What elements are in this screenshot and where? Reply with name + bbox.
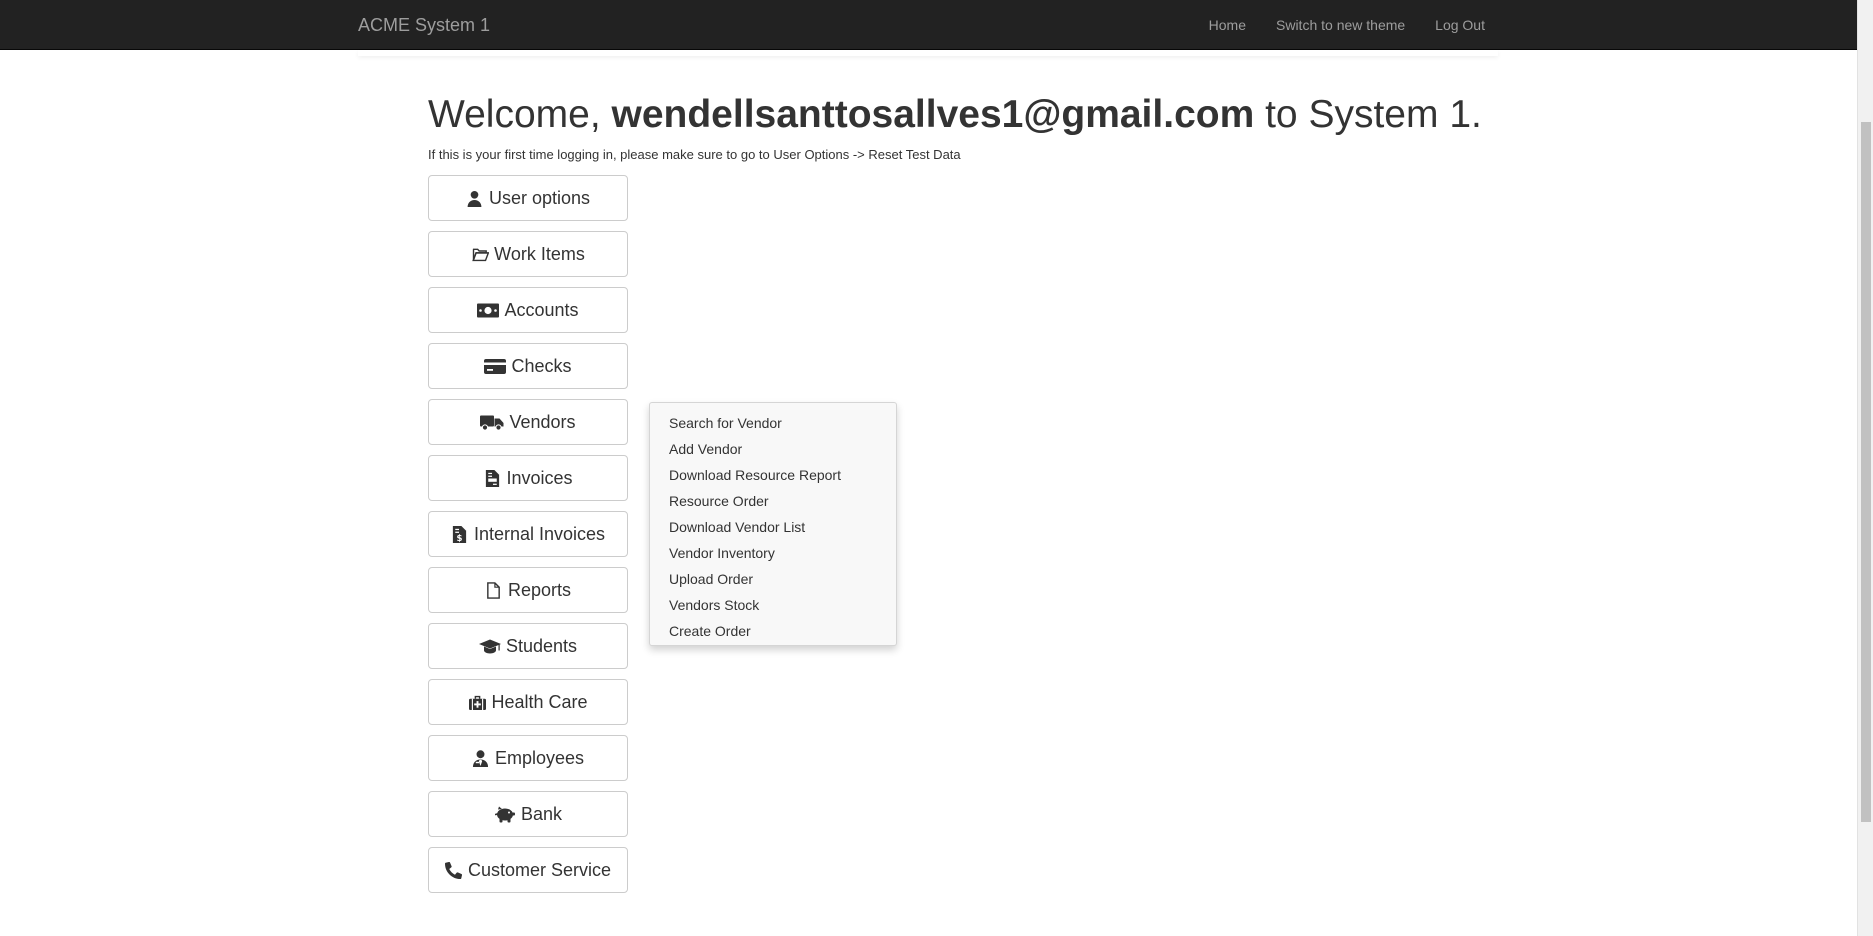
phone-icon [445,861,463,879]
employees-label: Employees [494,747,585,768]
reports-button[interactable]: Reports [428,567,628,613]
health-care-label: Health Care [491,691,588,712]
user-email: wendellsanttosallves1@gmail.com [611,93,1255,136]
upload-order-item[interactable]: Upload Order [650,568,896,594]
create-order-item[interactable]: Create Order [650,620,896,646]
vendors-dropdown-menu: Search for Vendor Add Vendor Download Re… [649,402,897,646]
money-bill-icon [477,301,500,319]
nav-switch-theme-link[interactable]: Switch to new theme [1261,17,1420,33]
page-scrollbar[interactable] [1857,0,1873,936]
work-items-label: Work Items [494,243,585,264]
folder-open-icon [471,245,489,263]
user-tie-icon [472,749,490,767]
reports-label: Reports [507,579,572,600]
user-options-label: User options [488,187,591,208]
checks-button[interactable]: Checks [428,343,628,389]
internal-invoices-label: Internal Invoices [473,523,606,544]
customer-service-label: Customer Service [467,859,612,880]
user-options-button[interactable]: User options [428,175,628,221]
graduation-cap-icon [478,637,501,655]
page-title: Welcome, wendellsanttosallves1@gmail.com… [428,90,1482,140]
welcome-suffix: to System 1. [1254,93,1482,136]
first-login-hint: If this is your first time logging in, p… [428,147,961,162]
download-resource-report-item[interactable]: Download Resource Report [650,464,896,490]
brand-link[interactable]: ACME System 1 [358,15,490,35]
bank-button[interactable]: Bank [428,791,628,837]
main-menu: User options Work Items Accounts Checks … [428,175,628,903]
nav-links: Home Switch to new theme Log Out [1194,0,1500,50]
checks-label: Checks [511,355,572,376]
internal-invoices-button[interactable]: $ Internal Invoices [428,511,628,557]
vendors-button[interactable]: Vendors [428,399,628,445]
students-button[interactable]: Students [428,623,628,669]
piggy-bank-icon [494,805,516,823]
medkit-icon [468,693,486,711]
bank-label: Bank [520,803,563,824]
file-invoice-dollar-icon: $ [451,525,469,543]
vendors-label: Vendors [509,411,576,432]
navbar-shadow [358,50,1498,56]
user-icon [466,189,484,207]
nav-logout-link[interactable]: Log Out [1420,17,1500,33]
invoices-label: Invoices [506,467,573,488]
students-label: Students [505,635,578,656]
file-invoice-icon [483,469,501,487]
invoices-button[interactable]: Invoices [428,455,628,501]
file-icon [485,581,503,599]
download-vendor-list-item[interactable]: Download Vendor List [650,516,896,542]
vendors-stock-item[interactable]: Vendors Stock [650,594,896,620]
search-for-vendor-item[interactable]: Search for Vendor [650,412,896,438]
accounts-label: Accounts [504,299,579,320]
accounts-button[interactable]: Accounts [428,287,628,333]
resource-order-item[interactable]: Resource Order [650,490,896,516]
employees-button[interactable]: Employees [428,735,628,781]
credit-card-icon [484,357,507,375]
scrollbar-thumb[interactable] [1861,122,1871,822]
svg-text:$: $ [457,534,463,543]
welcome-prefix: Welcome, [428,93,612,136]
vendor-inventory-item[interactable]: Vendor Inventory [650,542,896,568]
top-navbar: ACME System 1 Home Switch to new theme L… [0,0,1857,50]
add-vendor-item[interactable]: Add Vendor [650,438,896,464]
nav-home-link[interactable]: Home [1194,17,1261,33]
customer-service-button[interactable]: Customer Service [428,847,628,893]
truck-icon [480,413,504,431]
health-care-button[interactable]: Health Care [428,679,628,725]
work-items-button[interactable]: Work Items [428,231,628,277]
